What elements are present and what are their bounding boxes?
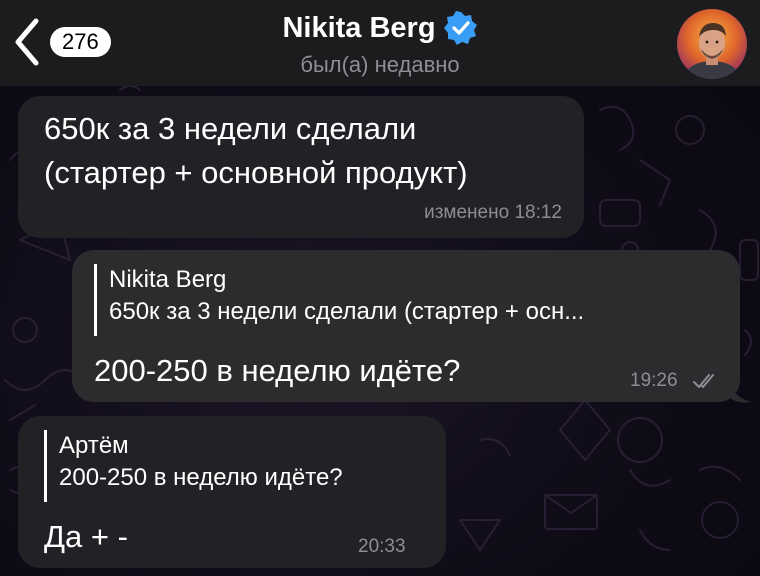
bubble-tail xyxy=(730,382,752,403)
reply-quote[interactable]: Nikita Berg 650к за 3 недели сделали (ст… xyxy=(94,264,584,336)
incoming-message-bubble[interactable]: 650к за 3 недели сделали (стартер + осно… xyxy=(18,96,584,238)
message-text-line: (стартер + основной продукт) xyxy=(44,155,468,190)
double-check-icon xyxy=(693,374,714,388)
avatar[interactable] xyxy=(677,9,747,79)
message-text: Да + - xyxy=(44,519,128,554)
reply-author: Nikita Berg xyxy=(109,266,227,293)
unread-count-badge: 276 xyxy=(50,27,111,57)
reply-quote[interactable]: Артём 200-250 в неделю идёте? xyxy=(44,430,343,502)
message-time: 19:26 xyxy=(630,370,678,391)
chat-header: 276 Nikita Berg был(а) недавно xyxy=(0,0,760,86)
incoming-message-bubble[interactable]: Артём 200-250 в неделю идёте? Да + - 20:… xyxy=(18,416,446,568)
contact-name: Nikita Berg xyxy=(282,11,436,44)
reply-snippet: 200-250 в неделю идёте? xyxy=(59,464,343,491)
reply-snippet: 650к за 3 недели сделали (стартер + осн.… xyxy=(109,298,585,325)
outgoing-message-bubble[interactable]: Nikita Berg 650к за 3 недели сделали (ст… xyxy=(72,250,740,402)
back-button[interactable]: 276 xyxy=(12,14,111,70)
verified-badge-icon xyxy=(443,11,477,45)
chevron-left-icon xyxy=(15,18,39,66)
message-text-line: 650к за 3 недели сделали xyxy=(44,111,417,146)
message-edited-time: изменено 18:12 xyxy=(424,202,562,223)
avatar-image xyxy=(677,9,747,79)
message-text: 200-250 в неделю идёте? xyxy=(94,353,461,388)
reply-author: Артём xyxy=(59,432,129,459)
message-time: 20:33 xyxy=(358,536,406,557)
chat-title[interactable]: Nikita Berg был(а) недавно xyxy=(180,6,580,78)
chat-screen: 276 Nikita Berg был(а) недавно 650к за 3… xyxy=(0,0,760,576)
contact-status: был(а) недавно xyxy=(300,52,460,77)
contact-name-row: Nikita Berg xyxy=(180,6,580,50)
